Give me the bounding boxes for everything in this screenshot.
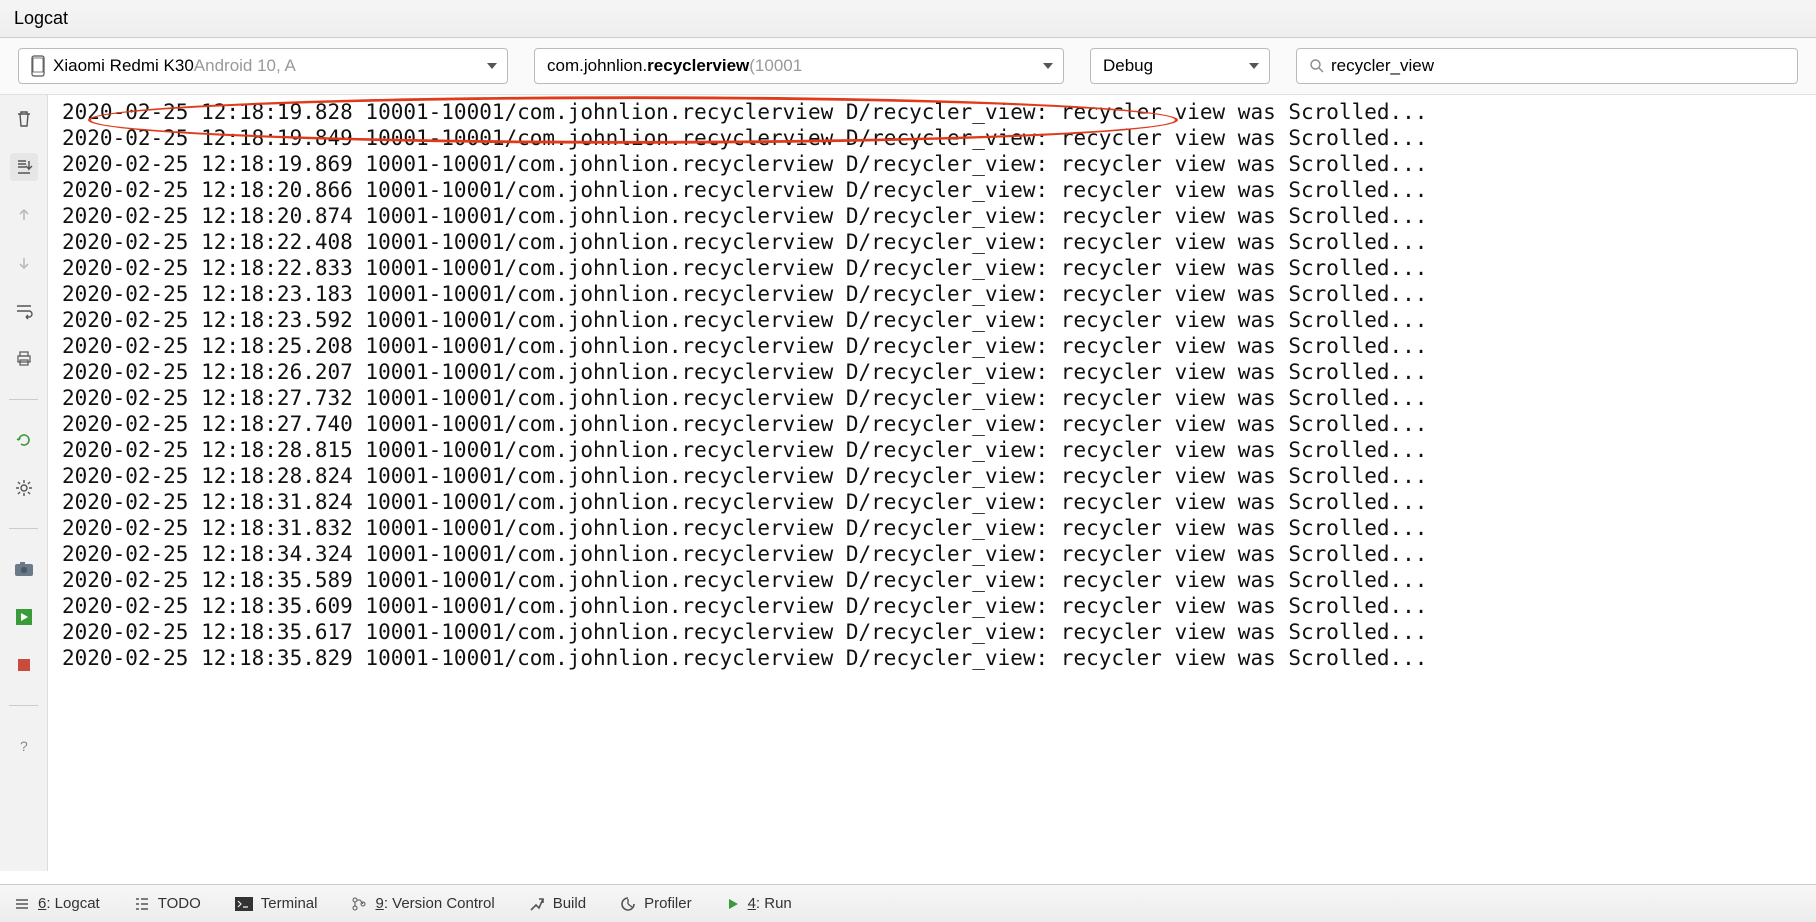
log-line: 2020-02-25 12:18:28.824 10001-10001/com.… — [62, 463, 1816, 489]
tab-build[interactable]: Build — [529, 895, 586, 912]
restart-icon[interactable] — [10, 426, 38, 454]
separator — [9, 399, 37, 400]
stop-icon[interactable] — [10, 651, 38, 679]
log-line: 2020-02-25 12:18:35.829 10001-10001/com.… — [62, 645, 1816, 671]
log-line: 2020-02-25 12:18:27.732 10001-10001/com.… — [62, 385, 1816, 411]
log-line: 2020-02-25 12:18:19.828 10001-10001/com.… — [62, 99, 1816, 125]
loglevel-dropdown[interactable]: Debug — [1090, 48, 1270, 84]
log-line: 2020-02-25 12:18:22.833 10001-10001/com.… — [62, 255, 1816, 281]
tab-logcat[interactable]: 6: Logcat — [14, 895, 100, 912]
separator — [9, 705, 37, 706]
loglevel-value: Debug — [1103, 56, 1153, 76]
log-line: 2020-02-25 12:18:23.183 10001-10001/com.… — [62, 281, 1816, 307]
log-line: 2020-02-25 12:18:19.849 10001-10001/com.… — [62, 125, 1816, 151]
package-dropdown[interactable]: com.johnlion.recyclerview (10001 — [534, 48, 1064, 84]
camera-icon[interactable] — [10, 555, 38, 583]
search-input[interactable]: recycler_view — [1296, 48, 1798, 84]
gutter-toolbar: ? — [0, 95, 48, 871]
panel-title: Logcat — [0, 0, 1816, 38]
search-value: recycler_view — [1331, 56, 1434, 76]
package-pid: (10001 — [749, 56, 802, 76]
device-icon — [31, 55, 45, 77]
trash-icon[interactable] — [10, 105, 38, 133]
gear-icon[interactable] — [10, 474, 38, 502]
printer-icon[interactable] — [10, 345, 38, 373]
tab-run[interactable]: 4: Run — [726, 895, 792, 912]
scroll-to-end-icon[interactable] — [10, 153, 38, 181]
log-line: 2020-02-25 12:18:23.592 10001-10001/com.… — [62, 307, 1816, 333]
tab-profiler[interactable]: Profiler — [620, 895, 692, 912]
device-suffix: Android 10, A — [194, 56, 296, 76]
log-line: 2020-02-25 12:18:20.866 10001-10001/com.… — [62, 177, 1816, 203]
log-line: 2020-02-25 12:18:34.324 10001-10001/com.… — [62, 541, 1816, 567]
search-icon — [1309, 58, 1325, 74]
log-line: 2020-02-25 12:18:31.832 10001-10001/com.… — [62, 515, 1816, 541]
log-output[interactable]: 2020-02-25 12:18:19.828 10001-10001/com.… — [48, 95, 1816, 871]
log-line: 2020-02-25 12:18:35.609 10001-10001/com.… — [62, 593, 1816, 619]
help-icon[interactable]: ? — [10, 732, 38, 760]
log-line: 2020-02-25 12:18:20.874 10001-10001/com.… — [62, 203, 1816, 229]
filter-bar: Xiaomi Redmi K30 Android 10, A com.johnl… — [0, 38, 1816, 95]
record-icon[interactable] — [10, 603, 38, 631]
arrow-down-icon[interactable] — [10, 249, 38, 277]
package-bold: recyclerview — [647, 56, 749, 76]
device-name: Xiaomi Redmi K30 — [53, 56, 194, 76]
log-line: 2020-02-25 12:18:35.589 10001-10001/com.… — [62, 567, 1816, 593]
soft-wrap-icon[interactable] — [10, 297, 38, 325]
tab-todo[interactable]: TODO — [134, 895, 201, 912]
log-line: 2020-02-25 12:18:35.617 10001-10001/com.… — [62, 619, 1816, 645]
chevron-down-icon — [487, 63, 497, 69]
bottom-tab-bar: 6: Logcat TODO Terminal 9: Version Contr… — [0, 884, 1816, 922]
chevron-down-icon — [1043, 63, 1053, 69]
log-line: 2020-02-25 12:18:27.740 10001-10001/com.… — [62, 411, 1816, 437]
log-line: 2020-02-25 12:18:26.207 10001-10001/com.… — [62, 359, 1816, 385]
log-line: 2020-02-25 12:18:22.408 10001-10001/com.… — [62, 229, 1816, 255]
tab-terminal[interactable]: Terminal — [235, 895, 318, 912]
tab-version-control[interactable]: 9: Version Control — [351, 895, 494, 912]
log-line: 2020-02-25 12:18:28.815 10001-10001/com.… — [62, 437, 1816, 463]
package-prefix: com.johnlion. — [547, 56, 647, 76]
device-dropdown[interactable]: Xiaomi Redmi K30 Android 10, A — [18, 48, 508, 84]
log-line: 2020-02-25 12:18:31.824 10001-10001/com.… — [62, 489, 1816, 515]
log-line: 2020-02-25 12:18:19.869 10001-10001/com.… — [62, 151, 1816, 177]
arrow-up-icon[interactable] — [10, 201, 38, 229]
chevron-down-icon — [1249, 63, 1259, 69]
separator — [9, 528, 37, 529]
log-line: 2020-02-25 12:18:25.208 10001-10001/com.… — [62, 333, 1816, 359]
svg-text:?: ? — [20, 738, 28, 754]
